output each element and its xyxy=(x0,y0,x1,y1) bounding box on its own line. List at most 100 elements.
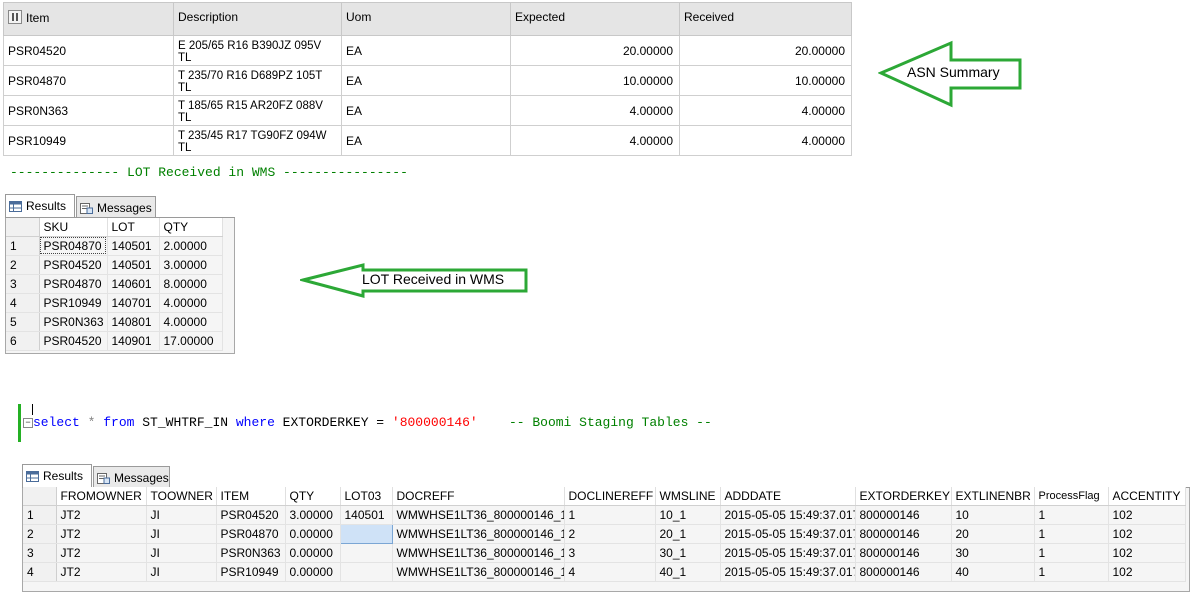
staging-cell[interactable]: 1 xyxy=(1034,505,1109,525)
asn-cell-uom[interactable]: EA xyxy=(341,35,511,66)
lot-cell-qty[interactable]: 8.00000 xyxy=(159,274,223,294)
staging-cell[interactable]: PSR0N363 xyxy=(216,543,286,563)
asn-cell-item[interactable]: PSR04520 xyxy=(3,35,174,66)
asn-cell-received[interactable]: 4.00000 xyxy=(679,95,852,126)
staging-cell[interactable]: 2 xyxy=(564,524,656,544)
lot-row[interactable]: 2 PSR04520 140501 3.00000 xyxy=(6,255,223,275)
tab-results[interactable]: Results xyxy=(5,194,75,218)
asn-cell-uom[interactable]: EA xyxy=(341,125,511,156)
lot-row[interactable]: 4 PSR10949 140701 4.00000 xyxy=(6,293,223,313)
lot-cell-sku[interactable]: PSR04870 xyxy=(39,236,108,256)
staging-cell[interactable]: WMWHSE1LT36_800000146_1 xyxy=(392,562,565,582)
row-number-header[interactable] xyxy=(23,487,57,506)
staging-col-lot03[interactable]: LOT03 xyxy=(340,487,393,506)
staging-cell[interactable]: 800000146 xyxy=(855,543,952,563)
staging-cell[interactable]: JT2 xyxy=(56,543,147,563)
staging-row[interactable]: 1 JT2 JI PSR04520 3.00000 140501 WMWHSE1… xyxy=(23,505,1186,525)
asn-col-item[interactable]: Item xyxy=(3,2,174,36)
staging-row[interactable]: 2 JT2 JI PSR04870 0.00000 WMWHSE1LT36_80… xyxy=(23,523,1186,544)
asn-cell-received[interactable]: 4.00000 xyxy=(679,125,852,156)
staging-col-adddate[interactable]: ADDDATE xyxy=(720,487,856,506)
asn-col-received[interactable]: Received xyxy=(679,2,852,36)
staging-cell[interactable]: JI xyxy=(146,562,217,582)
staging-cell[interactable]: JT2 xyxy=(56,524,147,544)
sql-statement[interactable]: select * from ST_WHTRF_IN where EXTORDER… xyxy=(33,415,712,430)
staging-col-qty[interactable]: QTY xyxy=(285,487,341,506)
staging-cell[interactable]: 1 xyxy=(1034,562,1109,582)
staging-cell[interactable]: WMWHSE1LT36_800000146_1 xyxy=(392,524,565,544)
staging-cell[interactable]: JI xyxy=(146,543,217,563)
lot-col-lot[interactable]: LOT xyxy=(107,218,160,237)
selected-cell[interactable] xyxy=(339,523,393,544)
staging-cell[interactable]: 20_1 xyxy=(655,524,721,544)
staging-col-processflag[interactable]: ProcessFlag xyxy=(1034,487,1109,506)
staging-cell[interactable]: 30 xyxy=(951,543,1035,563)
asn-cell-uom[interactable]: EA xyxy=(341,95,511,126)
staging-cell[interactable]: 4 xyxy=(564,562,656,582)
staging-cell[interactable]: 10 xyxy=(951,505,1035,525)
row-number[interactable]: 2 xyxy=(6,255,40,275)
row-number[interactable]: 2 xyxy=(23,524,57,544)
staging-cell[interactable]: PSR04870 xyxy=(216,524,286,544)
tab-messages[interactable]: Messages xyxy=(93,466,170,488)
row-number[interactable]: 1 xyxy=(23,505,57,525)
lot-cell-lot[interactable]: 140501 xyxy=(107,255,160,275)
asn-col-description[interactable]: Description xyxy=(173,2,342,36)
staging-cell[interactable]: 800000146 xyxy=(855,562,952,582)
tab-results[interactable]: Results xyxy=(22,464,92,488)
lot-cell-qty[interactable]: 3.00000 xyxy=(159,255,223,275)
tab-messages[interactable]: Messages xyxy=(76,196,156,218)
asn-cell-received[interactable]: 10.00000 xyxy=(679,65,852,96)
staging-cell[interactable]: 2015-05-05 15:49:37.017 xyxy=(720,562,856,582)
lot-cell-sku[interactable]: PSR0N363 xyxy=(39,312,108,332)
row-number[interactable]: 5 xyxy=(6,312,40,332)
staging-cell[interactable]: JI xyxy=(146,524,217,544)
staging-col-doclinereff[interactable]: DOCLINEREFF xyxy=(564,487,656,506)
staging-cell[interactable]: 800000146 xyxy=(855,524,952,544)
row-number[interactable]: 1 xyxy=(6,236,40,256)
asn-row[interactable]: PSR04870 T 235/70 R16 D689PZ 105T TL EA … xyxy=(3,65,852,96)
lot-cell-lot[interactable]: 140901 xyxy=(107,331,160,351)
row-number[interactable]: 3 xyxy=(23,543,57,563)
staging-col-extorderkey[interactable]: EXTORDERKEY xyxy=(855,487,952,506)
staging-cell[interactable] xyxy=(340,543,393,563)
lot-cell-qty[interactable]: 17.00000 xyxy=(159,331,223,351)
asn-cell-description[interactable]: T 235/45 R17 TG90FZ 094W TL xyxy=(173,125,342,156)
asn-cell-description[interactable]: E 205/65 R16 B390JZ 095V TL xyxy=(173,35,342,66)
staging-col-accentity[interactable]: ACCENTITY xyxy=(1108,487,1186,506)
asn-cell-expected[interactable]: 4.00000 xyxy=(510,125,680,156)
lot-cell-sku[interactable]: PSR04520 xyxy=(39,331,108,351)
staging-cell[interactable]: 0.00000 xyxy=(285,562,341,582)
lot-row[interactable]: 5 PSR0N363 140801 4.00000 xyxy=(6,312,223,332)
staging-cell[interactable]: 3.00000 xyxy=(285,505,341,525)
asn-cell-uom[interactable]: EA xyxy=(341,65,511,96)
asn-row[interactable]: PSR10949 T 235/45 R17 TG90FZ 094W TL EA … xyxy=(3,125,852,156)
staging-cell[interactable]: 20 xyxy=(951,524,1035,544)
row-number[interactable]: 4 xyxy=(23,562,57,582)
staging-cell[interactable]: WMWHSE1LT36_800000146_1 xyxy=(392,505,565,525)
collapse-toggle-icon[interactable]: − xyxy=(23,418,33,428)
staging-cell[interactable]: 102 xyxy=(1108,505,1186,525)
lot-row[interactable]: 6 PSR04520 140901 17.00000 xyxy=(6,331,223,351)
staging-cell[interactable]: 102 xyxy=(1108,562,1186,582)
lot-cell-sku[interactable]: PSR10949 xyxy=(39,293,108,313)
lot-cell-lot[interactable]: 140701 xyxy=(107,293,160,313)
staging-cell[interactable]: 800000146 xyxy=(855,505,952,525)
staging-col-wmsline[interactable]: WMSLINE xyxy=(655,487,721,506)
lot-cell-lot[interactable]: 140801 xyxy=(107,312,160,332)
row-number-header[interactable] xyxy=(6,218,40,237)
asn-cell-received[interactable]: 20.00000 xyxy=(679,35,852,66)
lot-row[interactable]: 1 PSR04870 140501 2.00000 xyxy=(6,236,223,256)
asn-col-uom[interactable]: Uom xyxy=(341,2,511,36)
asn-cell-expected[interactable]: 4.00000 xyxy=(510,95,680,126)
asn-cell-expected[interactable]: 20.00000 xyxy=(510,35,680,66)
sql-editor[interactable]: − select * from ST_WHTRF_IN where EXTORD… xyxy=(18,400,1190,444)
staging-cell[interactable]: 1 xyxy=(1034,543,1109,563)
staging-row[interactable]: 4 JT2 JI PSR10949 0.00000 WMWHSE1LT36_80… xyxy=(23,562,1186,582)
staging-cell[interactable]: 2015-05-05 15:49:37.017 xyxy=(720,524,856,544)
asn-row[interactable]: PSR04520 E 205/65 R16 B390JZ 095V TL EA … xyxy=(3,35,852,66)
row-number[interactable]: 4 xyxy=(6,293,40,313)
lot-cell-lot[interactable]: 140601 xyxy=(107,274,160,294)
staging-cell[interactable]: 1 xyxy=(1034,524,1109,544)
staging-cell[interactable]: 3 xyxy=(564,543,656,563)
